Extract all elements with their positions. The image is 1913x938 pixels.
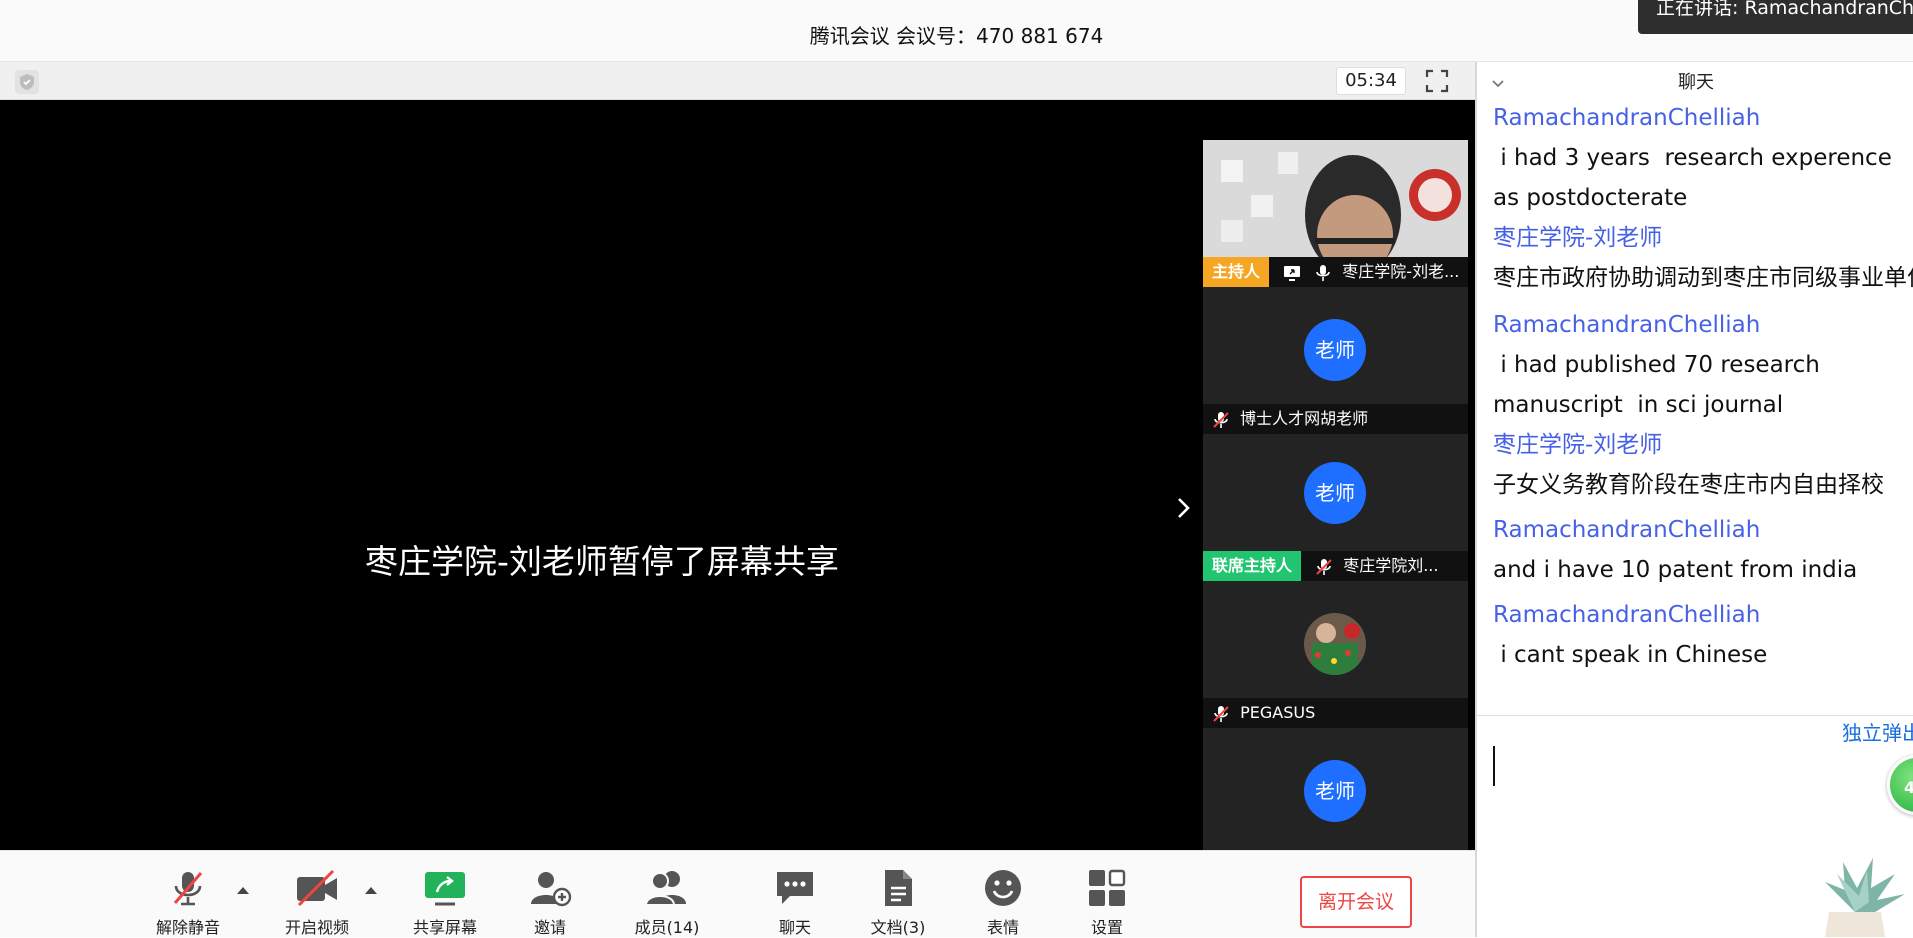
participant-name-bar: PEGASUS: [1203, 698, 1468, 728]
document-icon: [885, 870, 912, 906]
chat-bubble-icon: [777, 872, 813, 904]
speaking-indicator: 正在讲话: RamachandranChelliah: [1638, 0, 1913, 34]
video-top-bar: [0, 62, 1475, 100]
participant-avatar: 老师: [1304, 319, 1366, 381]
add-user-icon: [531, 872, 572, 907]
chat-message-list: RamachandranChelliah i had 3 years resea…: [1493, 100, 1913, 716]
participant-avatar: 老师: [1304, 760, 1366, 822]
fullscreen-icon[interactable]: [1423, 67, 1451, 95]
docs-button[interactable]: 文档(3): [843, 868, 953, 938]
share-screen-icon: [425, 872, 465, 906]
message-text: i cant speak in Chinese: [1493, 642, 1768, 668]
participant-name-bar: 主持人 枣庄学院-刘老...: [1203, 257, 1468, 287]
chat-divider: [1477, 715, 1913, 716]
emoji-label: 表情: [986, 918, 1019, 937]
message-text: i had published 70 research manuscript i…: [1493, 352, 1828, 418]
plant-decoration-image: [1825, 858, 1905, 937]
chat-header: 聊天: [1477, 62, 1913, 104]
leave-meeting-button[interactable]: 离开会议: [1300, 876, 1412, 928]
popout-chat-link[interactable]: 独立弹出: [1842, 717, 1913, 746]
participant-tile[interactable]: 主持人 枣庄学院-刘老...: [1203, 140, 1468, 287]
muted-microphone-icon: [1213, 705, 1229, 722]
chat-button[interactable]: 聊天: [740, 868, 850, 938]
participant-tile[interactable]: PEGASUS: [1203, 581, 1468, 728]
share-screen-label: 共享屏幕: [412, 918, 477, 937]
message-text: i had 3 years research experence as post…: [1493, 145, 1900, 211]
share-screen-button[interactable]: 共享屏幕: [390, 868, 500, 938]
message-text: 子女义务教育阶段在枣庄市内自由择校: [1493, 472, 1884, 498]
screen-share-paused-message: 枣庄学院-刘老师暂停了屏幕共享: [365, 542, 839, 581]
message-sender[interactable]: RamachandranChelliah: [1493, 100, 1913, 138]
microphone-icon: [1316, 264, 1331, 281]
participant-tile[interactable]: 老师 博士人才网胡老师: [1203, 287, 1468, 434]
participant-photo-avatar: [1304, 613, 1366, 675]
settings-button[interactable]: 设置: [1052, 868, 1162, 938]
participant-name: 枣庄学院刘...: [1343, 556, 1439, 575]
meeting-title: 腾讯会议 会议号：470 881 674: [809, 24, 1104, 48]
participant-gallery: 主持人 枣庄学院-刘老... 老师 博士人才网胡老师 老师 联席主持人 枣庄学院…: [1203, 140, 1468, 850]
chevron-right-icon[interactable]: [1172, 493, 1196, 523]
members-label: 成员(14): [634, 918, 700, 937]
meeting-timer: 05:34: [1336, 67, 1406, 95]
video-off-icon: [297, 869, 337, 907]
chevron-down-icon[interactable]: [1491, 76, 1505, 90]
muted-microphone-icon: [173, 872, 203, 906]
settings-label: 设置: [1090, 918, 1123, 937]
smiley-icon: [985, 870, 1021, 906]
screen-share-icon: [1284, 265, 1301, 281]
participant-name: PEGASUS: [1240, 703, 1316, 722]
unmute-label: 解除静音: [155, 918, 220, 937]
invite-label: 邀请: [533, 918, 566, 937]
notification-badge[interactable]: 48: [1887, 755, 1913, 815]
message-sender[interactable]: RamachandranChelliah: [1493, 595, 1913, 635]
security-shield-icon[interactable]: [15, 70, 39, 94]
caret-up-icon[interactable]: [235, 884, 251, 896]
docs-label: 文档(3): [870, 918, 926, 937]
message-sender[interactable]: 枣庄学院-刘老师: [1493, 218, 1913, 258]
caret-up-icon[interactable]: [363, 884, 379, 896]
start-video-button[interactable]: 开启视频: [262, 868, 372, 938]
participant-tile[interactable]: 老师 联席主持人 枣庄学院刘...: [1203, 434, 1468, 581]
cohost-badge: 联席主持人: [1203, 551, 1302, 581]
emoji-button[interactable]: 表情: [948, 868, 1058, 938]
members-icon: [644, 871, 686, 906]
participant-name: 博士人才网胡老师: [1240, 409, 1369, 428]
chat-input[interactable]: [1493, 746, 1495, 786]
apps-grid-icon: [1089, 869, 1126, 906]
message-sender[interactable]: 枣庄学院-刘老师: [1493, 425, 1913, 465]
participant-name: 枣庄学院-刘老...: [1342, 262, 1460, 281]
invite-button[interactable]: 邀请: [495, 868, 605, 938]
message-sender[interactable]: RamachandranChelliah: [1493, 305, 1913, 345]
host-badge: 主持人: [1203, 257, 1270, 287]
participant-camera-video: [1203, 140, 1468, 257]
message-text: and i have 10 patent from india: [1493, 557, 1858, 583]
title-bar: 腾讯会议 会议号：470 881 674: [0, 0, 1913, 62]
participant-tile[interactable]: 老师: [1203, 728, 1468, 850]
chat-panel: 聊天 RamachandranChelliah i had 3 years re…: [1475, 62, 1913, 937]
unmute-button[interactable]: 解除静音: [133, 868, 243, 938]
muted-microphone-icon: [1213, 411, 1229, 428]
participant-avatar: 老师: [1304, 462, 1366, 524]
participant-name-bar: 博士人才网胡老师: [1203, 404, 1468, 434]
muted-microphone-icon: [1316, 558, 1332, 575]
message-text: 枣庄市政府协助调动到枣庄市同级事业单位: [1493, 265, 1913, 291]
participant-name-bar: 联席主持人 枣庄学院刘...: [1203, 551, 1468, 581]
message-sender[interactable]: RamachandranChelliah: [1493, 510, 1913, 550]
chat-label: 聊天: [778, 918, 811, 937]
speaking-indicator-text: 正在讲话: RamachandranChelliah: [1656, 0, 1913, 19]
start-video-label: 开启视频: [284, 918, 349, 937]
members-button[interactable]: 成员(14): [612, 868, 722, 938]
